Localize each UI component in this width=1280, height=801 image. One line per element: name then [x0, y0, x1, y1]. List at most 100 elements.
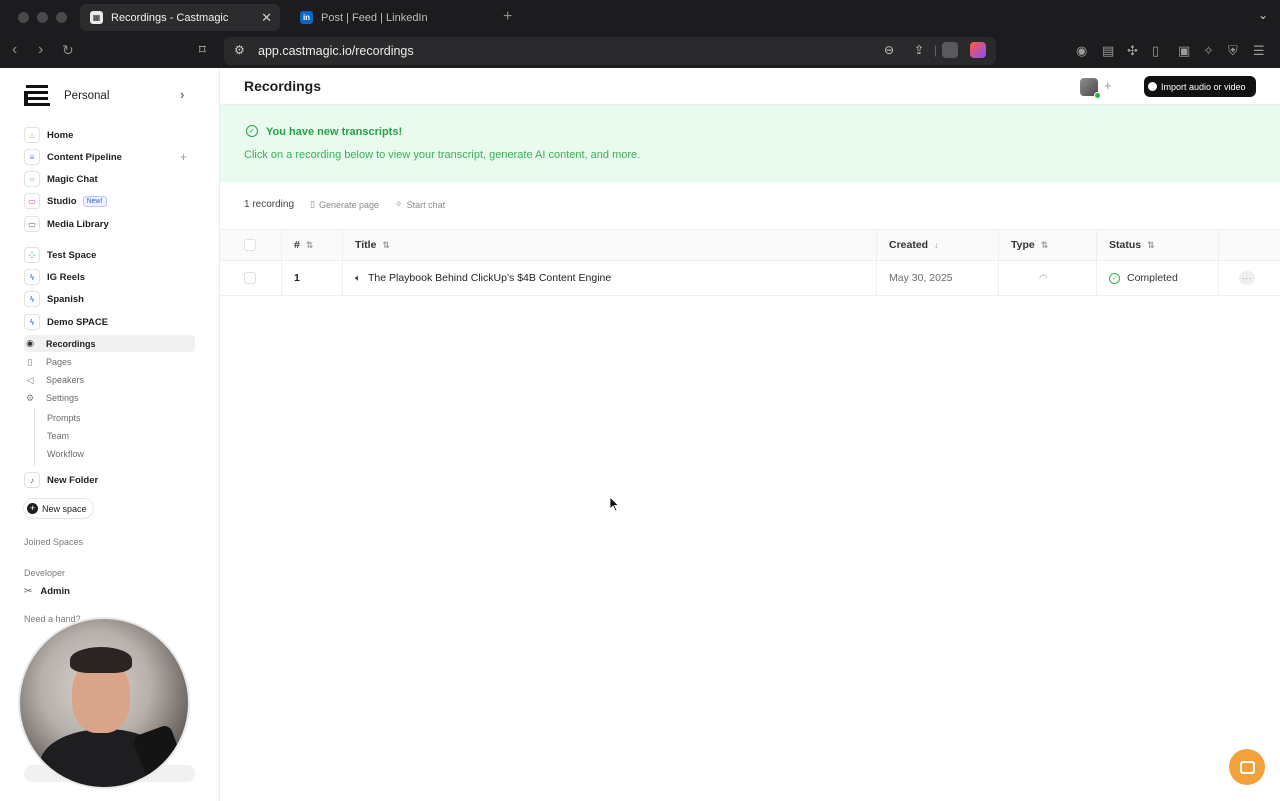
- recording-count: 1 recording: [244, 199, 295, 210]
- megaphone-icon: ◁: [26, 374, 34, 385]
- sidebar: Personal › ⌂ Home ≡ Content Pipeline + ○…: [0, 68, 220, 801]
- tree-line: [34, 408, 35, 466]
- site-settings-icon[interactable]: ⚙: [234, 43, 245, 57]
- row-checkbox[interactable]: [244, 261, 256, 295]
- maximize-window-button[interactable]: [56, 12, 67, 23]
- castmagic-logo-icon[interactable]: [24, 85, 50, 107]
- play-circle-icon: ◉: [26, 338, 34, 348]
- workspace-name[interactable]: Personal: [64, 90, 109, 102]
- sidebar-item-recordings[interactable]: ◉ Recordings: [24, 335, 195, 352]
- minimize-window-button[interactable]: [37, 12, 48, 23]
- page-title: Recordings: [244, 78, 322, 94]
- sidebar-item-media-library[interactable]: ▭ Media Library: [24, 215, 109, 233]
- close-window-button[interactable]: [18, 12, 29, 23]
- zoom-icon[interactable]: ⊖: [884, 43, 894, 57]
- support-chat-launcher[interactable]: [1229, 749, 1265, 785]
- linkedin-favicon: in: [300, 11, 313, 24]
- sidebar-item-pages[interactable]: ▯ Pages: [24, 354, 72, 370]
- sidebar-space-test-space[interactable]: ⁘ Test Space: [24, 246, 96, 264]
- new-tab-button[interactable]: +: [503, 8, 512, 26]
- column-divider: [342, 261, 343, 295]
- reload-icon[interactable]: ↻: [62, 42, 74, 59]
- select-all-checkbox[interactable]: [244, 230, 256, 260]
- sidebar-item-home[interactable]: ⌂ Home: [24, 126, 73, 144]
- sidebar-item-speakers[interactable]: ◁ Speakers: [24, 372, 85, 388]
- bookmark-icon[interactable]: ⌑: [199, 42, 206, 58]
- camera-icon[interactable]: ◉: [1076, 43, 1087, 59]
- column-divider: [1096, 261, 1097, 295]
- table-row[interactable]: 1 🔈︎ The Playbook Behind ClickUp’s $4B C…: [220, 261, 1280, 296]
- mic-icon: ♪: [24, 472, 40, 488]
- back-icon[interactable]: ‹: [12, 41, 17, 59]
- tab-bar: ▦ Recordings - Castmagic ✕ in Post | Fee…: [0, 0, 1280, 34]
- page-icon: ▯: [27, 356, 33, 367]
- sidebar-toggle-icon[interactable]: ▯: [1152, 43, 1159, 59]
- chevron-down-icon[interactable]: ⌄: [1258, 8, 1268, 22]
- share-icon[interactable]: ⇪: [914, 43, 924, 57]
- banner-title: You have new transcripts!: [266, 126, 403, 138]
- vpn-icon[interactable]: ⛨: [1228, 43, 1238, 59]
- chevron-right-icon[interactable]: ›: [180, 87, 184, 102]
- column-header-type[interactable]: Type ⇅: [1011, 230, 1048, 260]
- import-button-label: Import audio or video: [1161, 81, 1246, 92]
- generate-page-button[interactable]: ▯ Generate page: [310, 199, 379, 210]
- sidebar-item-prompts[interactable]: Prompts: [47, 413, 81, 423]
- menu-icon[interactable]: ☰: [1253, 43, 1265, 59]
- close-icon[interactable]: ✕: [261, 10, 272, 26]
- brave-rewards-icon[interactable]: [970, 42, 986, 58]
- column-header-number[interactable]: # ⇅: [294, 230, 313, 260]
- developer-label: Developer: [24, 568, 66, 578]
- new-transcripts-banner: ✓ You have new transcripts! Click on a r…: [220, 105, 1280, 182]
- sort-icon: ⇅: [1040, 239, 1049, 250]
- sidebar-item-new-folder[interactable]: ♪ New Folder: [24, 471, 98, 489]
- avatar[interactable]: [1080, 78, 1101, 99]
- column-divider: [998, 230, 999, 260]
- sidebar-item-studio[interactable]: ▭ Studio New!: [24, 192, 107, 210]
- sidebar-space-demo-space[interactable]: ϟ Demo SPACE: [24, 313, 108, 331]
- sidebar-item-settings[interactable]: ⚙ Settings: [24, 390, 79, 406]
- invite-member-button[interactable]: +: [1104, 78, 1112, 93]
- leo-ai-icon[interactable]: ✧: [1203, 43, 1214, 59]
- header-label: Title: [355, 239, 377, 251]
- tab-linkedin[interactable]: in Post | Feed | LinkedIn: [290, 4, 492, 31]
- webcam-hair: [70, 647, 132, 673]
- url-text[interactable]: app.castmagic.io/recordings: [258, 44, 414, 58]
- sidebar-item-workflow[interactable]: Workflow: [47, 449, 84, 459]
- add-pipeline-button[interactable]: +: [180, 150, 187, 164]
- address-bar[interactable]: ⚙ app.castmagic.io/recordings ⊖ ⇪ |: [224, 37, 996, 65]
- extensions-icon[interactable]: ✣: [1127, 43, 1138, 59]
- import-audio-video-button[interactable]: Import audio or video: [1144, 76, 1256, 97]
- sidebar-item-team[interactable]: Team: [47, 431, 69, 441]
- sidebar-item-label: Pages: [46, 357, 72, 367]
- column-header-status[interactable]: Status ⇅: [1109, 230, 1155, 260]
- header-label: #: [294, 239, 300, 251]
- new-space-button[interactable]: + New space: [24, 499, 93, 518]
- column-header-created[interactable]: Created ↓: [889, 230, 939, 260]
- sidebar-space-ig-reels[interactable]: ϟ IG Reels: [24, 268, 85, 286]
- sidebar-item-label: Content Pipeline: [47, 151, 122, 163]
- tab-recordings[interactable]: ▦ Recordings - Castmagic ✕: [80, 4, 280, 31]
- plus-icon: +: [27, 503, 38, 514]
- lightning-icon: ϟ: [24, 291, 40, 307]
- row-title[interactable]: The Playbook Behind ClickUp’s $4B Conten…: [368, 272, 611, 284]
- start-chat-button[interactable]: ✧ Start chat: [395, 199, 445, 210]
- column-divider: [876, 230, 877, 260]
- column-divider: [998, 261, 999, 295]
- reader-icon[interactable]: ▤: [1102, 43, 1114, 59]
- sidebar-item-label: Settings: [46, 393, 79, 403]
- column-divider: [342, 230, 343, 260]
- sidebar-item-label: New Folder: [47, 474, 99, 486]
- generate-page-label: Generate page: [318, 199, 380, 210]
- lightning-icon: ϟ: [24, 314, 40, 330]
- sidebar-space-spanish[interactable]: ϟ Spanish: [24, 290, 84, 308]
- forward-icon[interactable]: ›: [38, 41, 43, 59]
- brave-shields-icon[interactable]: [942, 42, 958, 58]
- sidebar-item-magic-chat[interactable]: ○ Magic Chat: [24, 170, 98, 188]
- browser-chrome: ▦ Recordings - Castmagic ✕ in Post | Fee…: [0, 0, 1280, 68]
- wallet-icon[interactable]: ▣: [1178, 43, 1190, 59]
- sidebar-item-admin[interactable]: ✂ Admin: [24, 586, 70, 597]
- row-more-button[interactable]: ···: [1239, 261, 1255, 295]
- row-title-cell[interactable]: 🔈︎ The Playbook Behind ClickUp’s $4B Con…: [355, 261, 611, 295]
- sidebar-item-content-pipeline[interactable]: ≡ Content Pipeline: [24, 148, 122, 166]
- column-header-title[interactable]: Title ⇅: [355, 230, 390, 260]
